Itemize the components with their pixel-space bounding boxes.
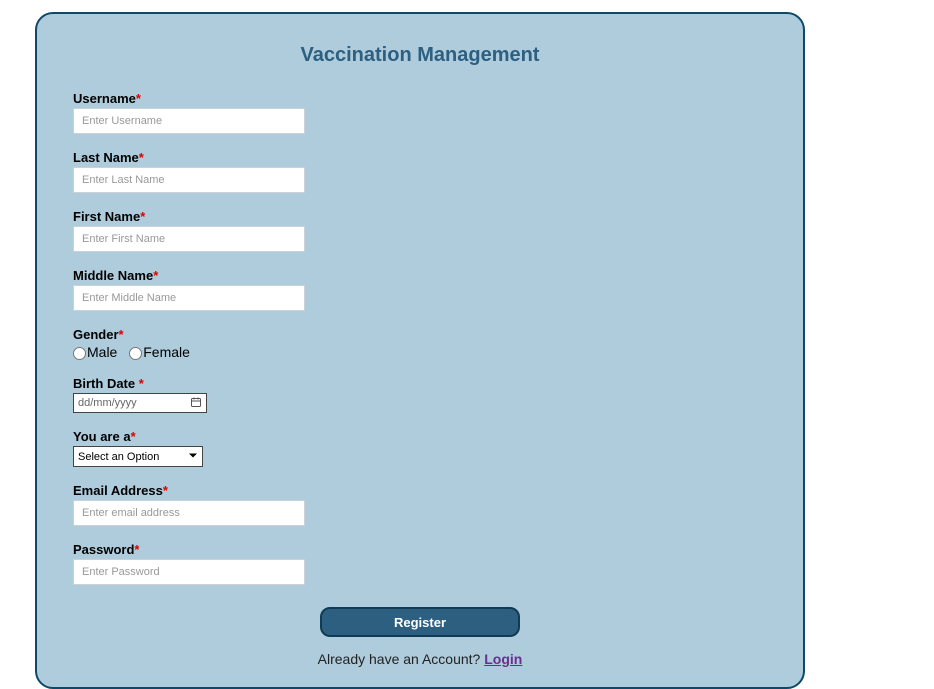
username-group: Username* bbox=[73, 91, 767, 134]
login-prompt-row: Already have an Account? Login bbox=[73, 651, 767, 667]
required-mark: * bbox=[119, 327, 124, 342]
required-mark: * bbox=[131, 429, 136, 444]
required-mark: * bbox=[140, 209, 145, 224]
registration-card: Vaccination Management Username* Last Na… bbox=[35, 12, 805, 689]
role-group: You are a* Select an Option bbox=[73, 429, 767, 467]
middlename-input[interactable] bbox=[73, 285, 305, 311]
login-link[interactable]: Login bbox=[484, 651, 522, 667]
gender-female-radio[interactable] bbox=[129, 347, 142, 360]
middlename-label: Middle Name* bbox=[73, 268, 767, 283]
gender-female-label: Female bbox=[143, 344, 190, 360]
lastname-label: Last Name* bbox=[73, 150, 767, 165]
login-prompt-text: Already have an Account? bbox=[318, 651, 485, 667]
gender-male-label: Male bbox=[87, 344, 117, 360]
firstname-label: First Name* bbox=[73, 209, 767, 224]
required-mark: * bbox=[139, 376, 144, 391]
page-title: Vaccination Management bbox=[73, 44, 767, 67]
password-label: Password* bbox=[73, 542, 767, 557]
required-mark: * bbox=[136, 91, 141, 106]
email-input[interactable] bbox=[73, 500, 305, 526]
email-label: Email Address* bbox=[73, 483, 767, 498]
password-group: Password* bbox=[73, 542, 767, 585]
required-mark: * bbox=[163, 483, 168, 498]
role-select-wrap: Select an Option bbox=[73, 446, 203, 467]
register-button[interactable]: Register bbox=[320, 607, 520, 637]
required-mark: * bbox=[134, 542, 139, 557]
firstname-group: First Name* bbox=[73, 209, 767, 252]
middlename-group: Middle Name* bbox=[73, 268, 767, 311]
lastname-group: Last Name* bbox=[73, 150, 767, 193]
role-select[interactable]: Select an Option bbox=[74, 448, 202, 467]
gender-group: Gender* Male Female bbox=[73, 327, 767, 360]
registration-form: Username* Last Name* First Name* Middle … bbox=[73, 91, 767, 667]
birthdate-label: Birth Date * bbox=[73, 376, 767, 391]
required-mark: * bbox=[153, 268, 158, 283]
required-mark: * bbox=[139, 150, 144, 165]
username-input[interactable] bbox=[73, 108, 305, 134]
email-group: Email Address* bbox=[73, 483, 767, 526]
role-label: You are a* bbox=[73, 429, 767, 444]
lastname-input[interactable] bbox=[73, 167, 305, 193]
gender-male-radio[interactable] bbox=[73, 347, 86, 360]
firstname-input[interactable] bbox=[73, 226, 305, 252]
birthdate-input[interactable]: dd/mm/yyyy bbox=[73, 393, 207, 413]
gender-label: Gender* bbox=[73, 327, 767, 342]
password-input[interactable] bbox=[73, 559, 305, 585]
gender-options: Male Female bbox=[73, 344, 767, 360]
birthdate-group: Birth Date * dd/mm/yyyy bbox=[73, 376, 767, 413]
submit-row: Register bbox=[73, 607, 767, 637]
username-label: Username* bbox=[73, 91, 767, 106]
birthdate-placeholder: dd/mm/yyyy bbox=[78, 397, 137, 409]
calendar-icon[interactable] bbox=[190, 396, 202, 411]
